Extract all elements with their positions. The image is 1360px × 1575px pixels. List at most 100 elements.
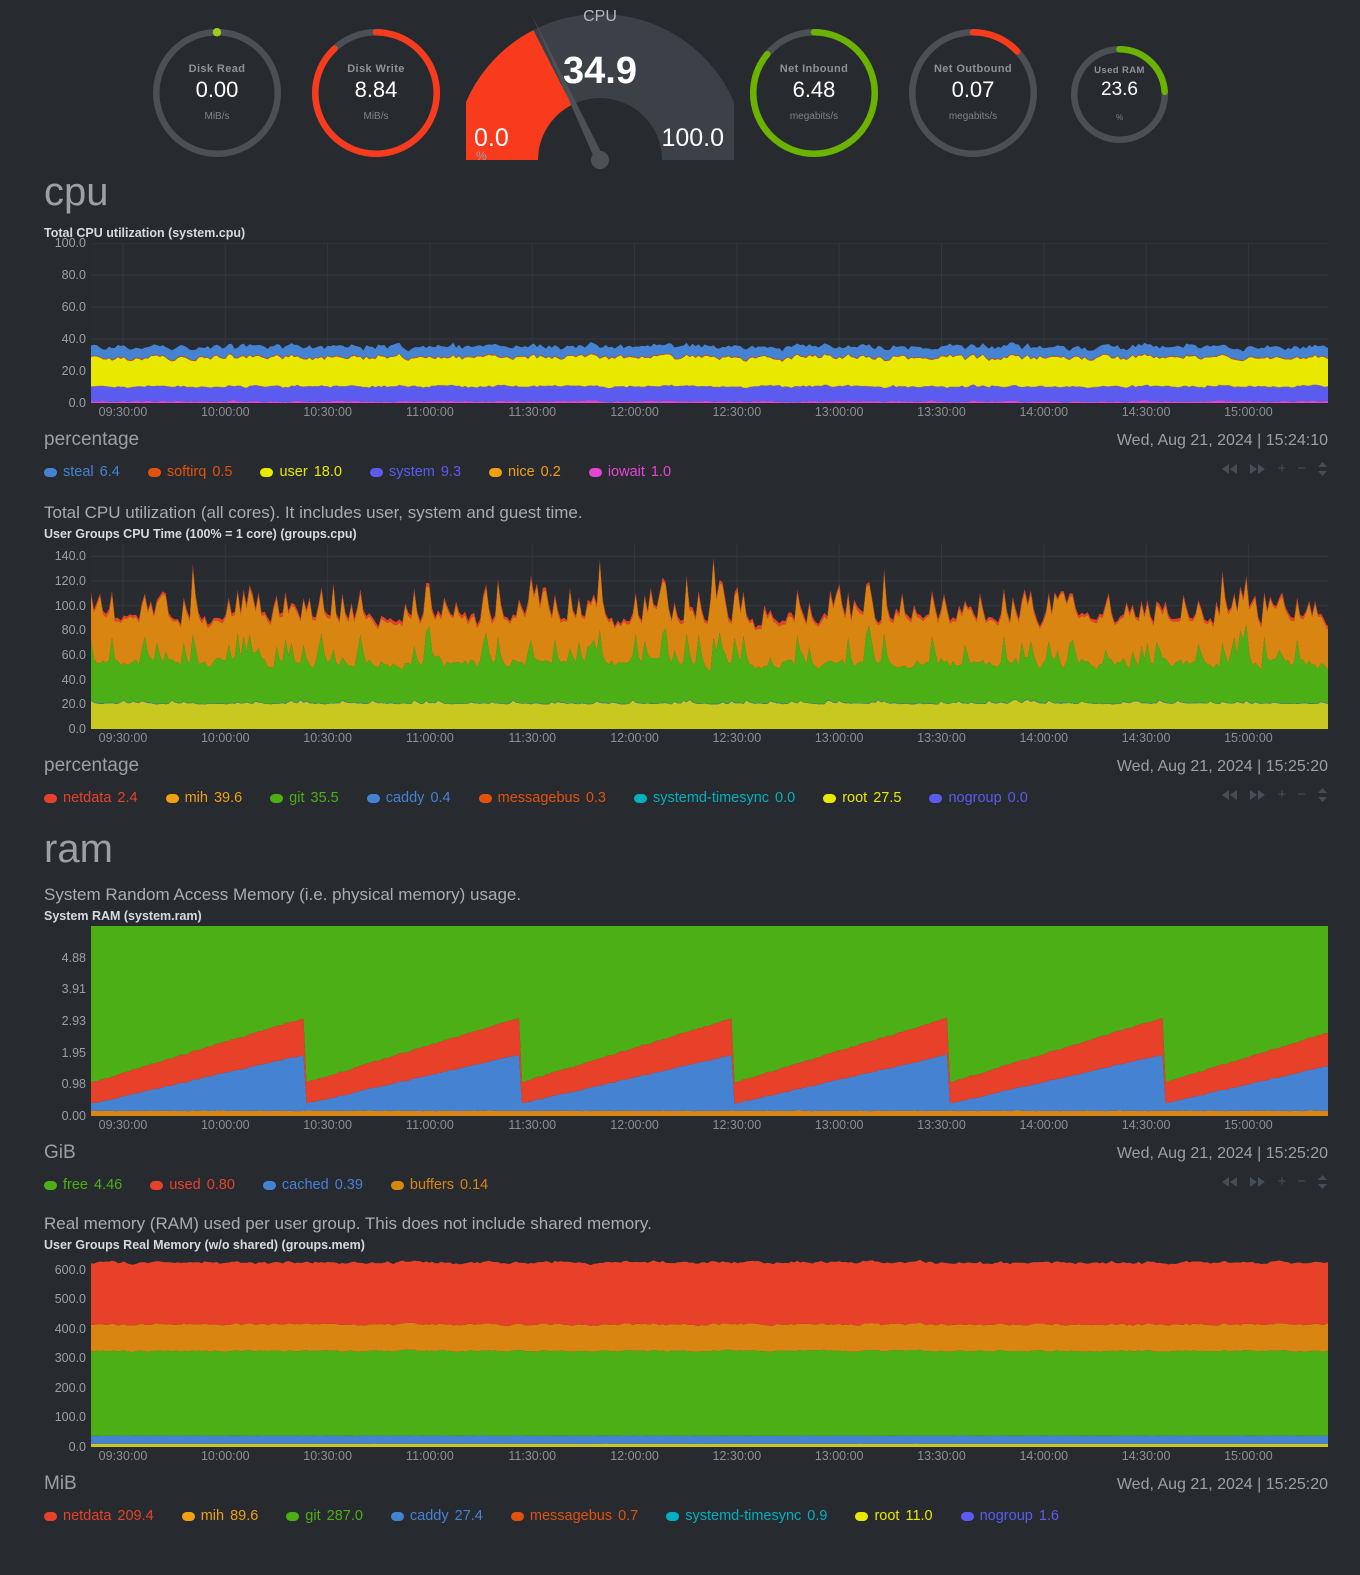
gauge-net-outbound[interactable]: Net Outbound 0.07 megabits/s bbox=[908, 28, 1038, 158]
x-tick-label: 13:30:00 bbox=[917, 1449, 966, 1463]
legend-system-cpu: steal 6.4 softirq 0.5 user 18.0 system 9… bbox=[44, 459, 1328, 485]
legend-item-softirq[interactable]: softirq 0.5 bbox=[147, 464, 232, 480]
x-axis-groups-cpu: 09:30:00 10:00:00 10:30:00 11:00:00 11:30:00… bbox=[91, 729, 1328, 749]
zoom-out-button[interactable]: − bbox=[1297, 787, 1306, 802]
legend-item-caddy[interactable]: caddy 27.4 bbox=[390, 1508, 483, 1524]
legend-color-swatch bbox=[960, 1511, 974, 1521]
gauge-disk-read[interactable]: Disk Read 0.00 MiB/s bbox=[152, 28, 282, 158]
cpu-speedometer-gauge[interactable]: CPU 34.9 0.0 100.0 % bbox=[454, 0, 746, 172]
gauge-net-inbound[interactable]: Net Inbound 6.48 megabits/s bbox=[749, 28, 879, 158]
legend-item-nogroup[interactable]: nogroup 0.0 bbox=[929, 790, 1028, 806]
legend-label: nogroup bbox=[948, 790, 1002, 806]
legend-value: 9.3 bbox=[440, 464, 462, 480]
resize-icon[interactable] bbox=[1317, 787, 1328, 802]
chart-svg bbox=[91, 926, 1328, 1116]
legend-item-steal[interactable]: steal 6.4 bbox=[44, 464, 120, 480]
chart-timestamp-groups-mem: Wed, Aug 21, 2024 | 15:25:20 bbox=[1116, 1476, 1328, 1493]
zoom-in-button[interactable]: + bbox=[1277, 461, 1286, 476]
plot-system-ram[interactable] bbox=[91, 926, 1328, 1116]
legend-item-buffers[interactable]: buffers 0.14 bbox=[390, 1177, 488, 1193]
legend-item-mih[interactable]: mih 39.6 bbox=[165, 790, 242, 806]
legend-label: systemd-timesync bbox=[685, 1508, 802, 1524]
x-tick-label: 11:00:00 bbox=[406, 1449, 454, 1463]
y-tick-label: 4.88 bbox=[61, 950, 86, 965]
legend-item-user[interactable]: user 18.0 bbox=[260, 464, 342, 480]
legend-color-swatch bbox=[181, 1511, 195, 1521]
legend-item-git[interactable]: git 287.0 bbox=[286, 1508, 363, 1524]
chart-controls-system-cpu[interactable]: + − bbox=[1221, 461, 1328, 476]
legend-item-netdata[interactable]: netdata 2.4 bbox=[44, 790, 138, 806]
plot-system-cpu[interactable] bbox=[91, 243, 1328, 403]
gauge-label: Net Outbound bbox=[933, 63, 1013, 75]
chart-controls-system-ram[interactable]: + − bbox=[1221, 1174, 1328, 1189]
x-tick-label: 09:30:00 bbox=[98, 1118, 148, 1132]
legend-label: used bbox=[169, 1177, 201, 1193]
legend-item-messagebus[interactable]: messagebus 0.3 bbox=[478, 790, 606, 806]
y-tick-label: 2.93 bbox=[61, 1014, 86, 1028]
plot-groups-mem[interactable] bbox=[91, 1255, 1328, 1447]
legend-value: 0.39 bbox=[334, 1177, 363, 1193]
x-tick-label: 14:00:00 bbox=[1019, 1118, 1069, 1132]
chart-controls-groups-cpu[interactable]: + − bbox=[1221, 787, 1328, 802]
chart-units-system-ram: GiB bbox=[44, 1142, 76, 1163]
legend-item-caddy[interactable]: caddy 0.4 bbox=[366, 790, 451, 806]
x-tick-label: 14:00:00 bbox=[1019, 1449, 1069, 1463]
legend-label: system bbox=[388, 464, 435, 480]
legend-color-swatch bbox=[270, 793, 284, 803]
resize-icon[interactable] bbox=[1317, 1174, 1328, 1189]
chart-description-system-ram: System Random Access Memory (i.e. physic… bbox=[44, 885, 522, 904]
legend-item-system[interactable]: system 9.3 bbox=[369, 464, 462, 480]
forward-icon[interactable] bbox=[1249, 1176, 1266, 1188]
x-tick-label: 13:30:00 bbox=[917, 1118, 966, 1132]
legend-item-netdata[interactable]: netdata 209.4 bbox=[44, 1508, 154, 1524]
legend-item-mih[interactable]: mih 89.6 bbox=[181, 1508, 258, 1524]
legend-label: iowait bbox=[607, 464, 645, 480]
legend-item-messagebus[interactable]: messagebus 0.7 bbox=[510, 1508, 638, 1524]
rewind-icon[interactable] bbox=[1221, 1176, 1238, 1188]
x-tick-label: 09:30:00 bbox=[98, 405, 148, 419]
legend-item-free[interactable]: free 4.46 bbox=[44, 1177, 122, 1193]
x-tick-label: 12:00:00 bbox=[610, 1449, 659, 1463]
resize-icon[interactable] bbox=[1317, 461, 1328, 476]
legend-value: 27.5 bbox=[873, 790, 902, 806]
legend-item-iowait[interactable]: iowait 1.0 bbox=[588, 464, 671, 480]
zoom-in-button[interactable]: + bbox=[1277, 1174, 1286, 1189]
x-tick-label: 10:30:00 bbox=[303, 731, 352, 745]
legend-item-root[interactable]: root 11.0 bbox=[855, 1508, 933, 1524]
zoom-out-button[interactable]: − bbox=[1297, 461, 1306, 476]
zoom-in-button[interactable]: + bbox=[1277, 787, 1286, 802]
legend-item-git[interactable]: git 35.5 bbox=[270, 790, 339, 806]
y-tick-label: 1.95 bbox=[61, 1045, 86, 1060]
plot-groups-cpu[interactable] bbox=[91, 544, 1328, 729]
plot-wrap-groups-cpu: 0.0 20.0 40.0 60.0 80.0 100.0 120.0 140.0 bbox=[44, 544, 1328, 736]
legend-label: systemd-timesync bbox=[653, 790, 770, 806]
legend-label: root bbox=[874, 1508, 900, 1524]
forward-icon[interactable] bbox=[1249, 789, 1266, 801]
gauge-disk-write[interactable]: Disk Write 8.84 MiB/s bbox=[311, 28, 441, 158]
x-tick-label: 11:30:00 bbox=[508, 1449, 557, 1463]
legend-label: cached bbox=[281, 1177, 329, 1193]
legend-item-systemd-timesync[interactable]: systemd-timesync 0.9 bbox=[666, 1508, 827, 1524]
chart-svg bbox=[91, 544, 1328, 729]
legend-item-nice[interactable]: nice 0.2 bbox=[489, 464, 561, 480]
chart-block-system-ram: System Random Access Memory (i.e. physic… bbox=[0, 885, 1360, 1198]
x-tick-label: 09:30:00 bbox=[98, 1449, 148, 1463]
legend-item-cached[interactable]: cached 0.39 bbox=[262, 1177, 363, 1193]
zoom-out-button[interactable]: − bbox=[1297, 1174, 1306, 1189]
rewind-icon[interactable] bbox=[1221, 789, 1238, 801]
legend-item-used[interactable]: used 0.80 bbox=[150, 1177, 235, 1193]
gauge-used-ram[interactable]: Used RAM 23.6 % bbox=[1070, 45, 1169, 144]
chart-block-system-cpu: Total CPU utilization (system.cpu) 0.0 20… bbox=[0, 226, 1360, 485]
legend-item-nogroup[interactable]: nogroup 1.6 bbox=[960, 1508, 1059, 1524]
legend-item-systemd-timesync[interactable]: systemd-timesync 0.0 bbox=[634, 790, 795, 806]
chart-svg bbox=[91, 1259, 1328, 1447]
legend-item-root[interactable]: root 27.5 bbox=[823, 790, 901, 806]
cpu-gauge-units: % bbox=[476, 149, 487, 163]
y-axis-system-ram: 0.00 0.98 1.95 2.93 3.91 4.88 bbox=[44, 926, 89, 1123]
y-axis-system-cpu: 0.0 20.0 40.0 60.0 80.0 100.0 bbox=[44, 236, 89, 410]
legend-label: user bbox=[279, 464, 308, 480]
y-tick-label: 0.0 bbox=[68, 1440, 86, 1454]
forward-icon[interactable] bbox=[1249, 463, 1266, 475]
rewind-icon[interactable] bbox=[1221, 463, 1238, 475]
y-tick-label: 0.98 bbox=[61, 1077, 86, 1092]
